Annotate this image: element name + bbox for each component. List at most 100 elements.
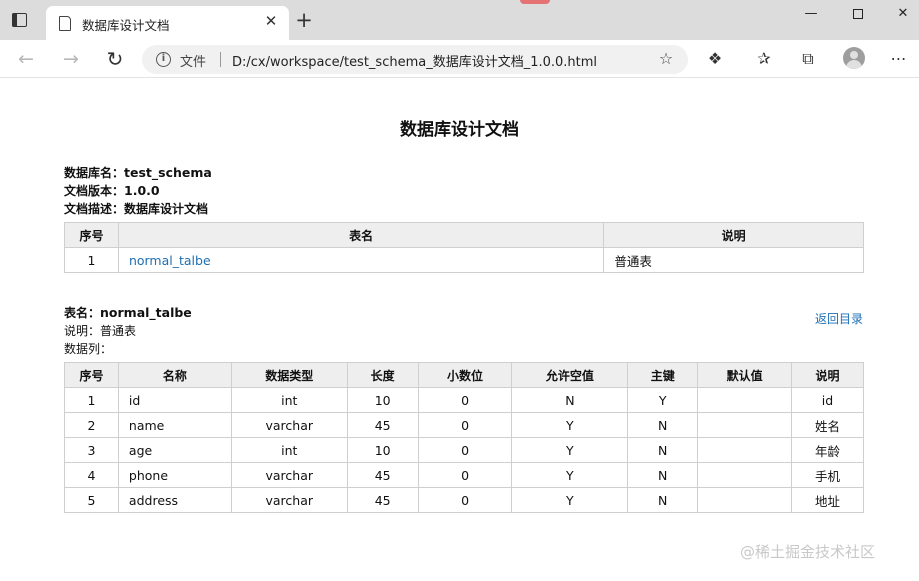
version-line: 文档版本：1.0.0 bbox=[64, 182, 160, 199]
browser-tab[interactable]: 数据库设计文档 ✕ bbox=[46, 6, 289, 40]
table-row: 3 age int 10 0 Y N 年龄 bbox=[64, 437, 864, 463]
cell-nullable: Y bbox=[511, 437, 629, 463]
cell-no: 3 bbox=[64, 437, 119, 463]
columns-table: 序号 名称 数据类型 长度 小数位 允许空值 主键 默认值 说明 1 id in… bbox=[64, 362, 864, 513]
cell-length: 10 bbox=[346, 387, 419, 413]
cell-name: name bbox=[117, 412, 232, 438]
table-row: 4 phone varchar 45 0 Y N 手机 bbox=[64, 462, 864, 488]
cell-note: id bbox=[791, 387, 864, 413]
description-line: 文档描述：数据库设计文档 bbox=[64, 200, 208, 217]
toc-cell-name: normal_talbe bbox=[117, 247, 605, 273]
description-label: 文档描述： bbox=[64, 202, 125, 216]
columns-label: 数据列： bbox=[64, 342, 113, 356]
cell-no: 5 bbox=[64, 487, 119, 513]
cell-default bbox=[697, 487, 793, 513]
cell-default bbox=[697, 462, 793, 488]
cell-length: 45 bbox=[346, 412, 419, 438]
description-value: 数据库设计文档 bbox=[124, 202, 209, 216]
cell-type: varchar bbox=[230, 462, 348, 488]
toc-header-name: 表名 bbox=[117, 222, 605, 248]
cell-length: 10 bbox=[346, 437, 419, 463]
cell-name: phone bbox=[117, 462, 232, 488]
columns-header-row: 序号 名称 数据类型 长度 小数位 允许空值 主键 默认值 说明 bbox=[64, 362, 864, 388]
table-name-line: 表名：normal_talbe bbox=[64, 304, 192, 321]
table-row: 1 normal_talbe 普通表 bbox=[64, 247, 864, 273]
cell-scale: 0 bbox=[417, 437, 513, 463]
table-row: 2 name varchar 45 0 Y N 姓名 bbox=[64, 412, 864, 438]
browser-tab-bar: 数据库设计文档 ✕ + — ✕ bbox=[0, 0, 919, 40]
url-text[interactable]: D:/cx/workspace/test_schema_数据库设计文档_1.0.… bbox=[232, 51, 597, 70]
table-row: 1 id int 10 0 N Y id bbox=[64, 387, 864, 413]
header-pk: 主键 bbox=[627, 362, 699, 388]
cell-default bbox=[697, 437, 793, 463]
cell-scale: 0 bbox=[417, 487, 513, 513]
back-arrow-icon[interactable]: ← bbox=[14, 47, 38, 71]
minimize-button[interactable]: — bbox=[788, 3, 834, 25]
header-note: 说明 bbox=[791, 362, 864, 388]
version-value: 1.0.0 bbox=[124, 183, 160, 198]
cell-nullable: N bbox=[511, 387, 629, 413]
cell-name: age bbox=[117, 437, 232, 463]
cell-note: 年龄 bbox=[791, 437, 864, 463]
table-link[interactable]: normal_talbe bbox=[129, 253, 211, 268]
info-icon[interactable]: i bbox=[156, 52, 171, 67]
new-tab-button[interactable]: + bbox=[293, 9, 315, 31]
favorites-icon[interactable]: ✰ bbox=[753, 48, 775, 70]
table-name-value: normal_talbe bbox=[100, 305, 192, 320]
toc-cell-note: 普通表 bbox=[603, 247, 864, 273]
cell-pk: N bbox=[627, 437, 699, 463]
header-length: 长度 bbox=[346, 362, 419, 388]
cell-no: 2 bbox=[64, 412, 119, 438]
cell-type: int bbox=[230, 387, 348, 413]
reload-icon[interactable]: ↻ bbox=[103, 47, 127, 71]
maximize-button[interactable] bbox=[835, 3, 881, 25]
cell-no: 4 bbox=[64, 462, 119, 488]
address-bar[interactable]: i 文件 D:/cx/workspace/test_schema_数据库设计文档… bbox=[142, 45, 688, 74]
cell-length: 45 bbox=[346, 487, 419, 513]
forward-arrow-icon[interactable]: → bbox=[59, 47, 83, 71]
toc-header-row: 序号 表名 说明 bbox=[64, 222, 864, 248]
table-note-label: 说明： bbox=[64, 324, 101, 338]
header-nullable: 允许空值 bbox=[511, 362, 629, 388]
extensions-icon[interactable]: ❖ bbox=[704, 48, 726, 70]
toc-cell-no: 1 bbox=[64, 247, 119, 273]
cell-type: int bbox=[230, 437, 348, 463]
cell-length: 45 bbox=[346, 462, 419, 488]
version-label: 文档版本： bbox=[64, 184, 125, 198]
header-default: 默认值 bbox=[697, 362, 793, 388]
header-no: 序号 bbox=[64, 362, 119, 388]
db-name-label: 数据库名： bbox=[64, 166, 125, 180]
collections-icon[interactable]: ⧉ bbox=[797, 48, 819, 70]
cell-pk: Y bbox=[627, 387, 699, 413]
cell-pk: N bbox=[627, 462, 699, 488]
url-scheme-label: 文件 bbox=[180, 55, 207, 70]
browser-toolbar: ← → ↻ i 文件 D:/cx/workspace/test_schema_数… bbox=[0, 40, 919, 78]
profile-avatar[interactable] bbox=[843, 47, 865, 69]
window-close-button[interactable]: ✕ bbox=[880, 3, 919, 25]
cell-default bbox=[697, 387, 793, 413]
table-note-value: 普通表 bbox=[100, 324, 137, 338]
header-type: 数据类型 bbox=[230, 362, 348, 388]
table-of-contents: 序号 表名 说明 1 normal_talbe 普通表 bbox=[64, 222, 864, 273]
db-name-line: 数据库名：test_schema bbox=[64, 164, 212, 181]
tab-actions-icon[interactable] bbox=[10, 11, 30, 31]
recording-indicator bbox=[520, 0, 550, 4]
tab-close-icon[interactable]: ✕ bbox=[262, 12, 280, 30]
table-row: 5 address varchar 45 0 Y N 地址 bbox=[64, 487, 864, 513]
cell-note: 姓名 bbox=[791, 412, 864, 438]
cell-no: 1 bbox=[64, 387, 119, 413]
cell-nullable: Y bbox=[511, 412, 629, 438]
cell-type: varchar bbox=[230, 487, 348, 513]
cell-note: 手机 bbox=[791, 462, 864, 488]
cell-scale: 0 bbox=[417, 387, 513, 413]
document-title: 数据库设计文档 bbox=[400, 120, 519, 140]
cell-note: 地址 bbox=[791, 487, 864, 513]
back-to-toc-link[interactable]: 返回目录 bbox=[815, 310, 863, 327]
table-note-line: 说明：普通表 bbox=[64, 322, 136, 339]
more-menu-icon[interactable]: ⋯ bbox=[888, 48, 910, 70]
add-favorite-icon[interactable]: ☆ bbox=[656, 49, 676, 69]
cell-nullable: Y bbox=[511, 487, 629, 513]
cell-pk: N bbox=[627, 487, 699, 513]
cell-default bbox=[697, 412, 793, 438]
header-name: 名称 bbox=[117, 362, 232, 388]
